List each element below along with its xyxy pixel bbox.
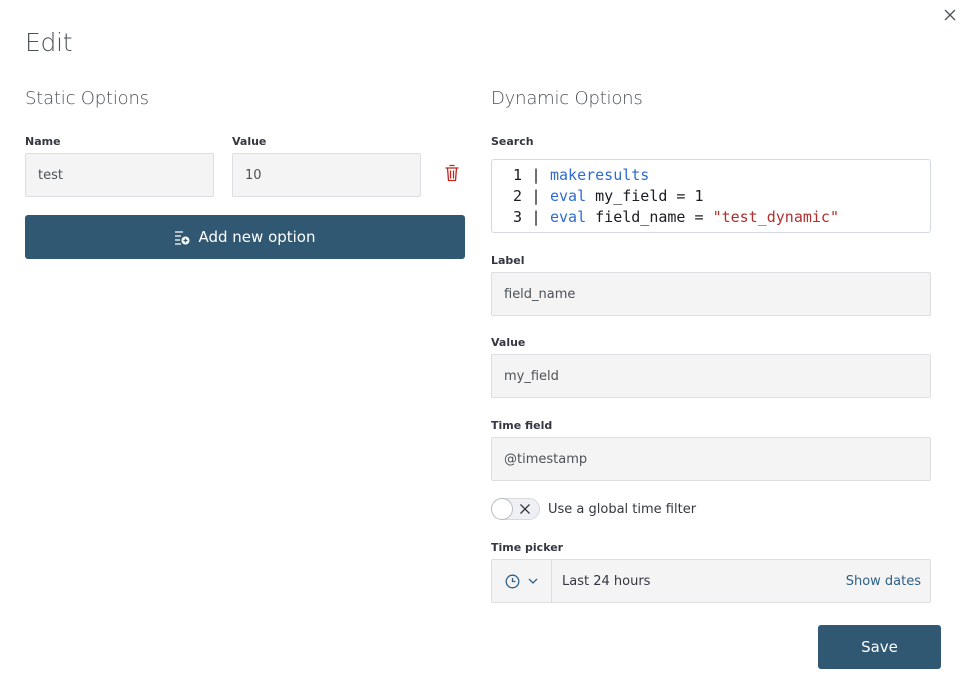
quick-select-button[interactable] — [492, 560, 552, 602]
code-keyword: eval — [550, 208, 587, 226]
save-button[interactable]: Save — [818, 625, 941, 669]
global-time-filter-label: Use a global time filter — [548, 501, 697, 517]
close-button[interactable] — [941, 6, 957, 24]
line-number: 2 — [512, 187, 522, 205]
code-text: my_field = 1 — [586, 187, 704, 205]
delete-option-button[interactable] — [442, 162, 462, 184]
code-line: 1 | makeresults — [492, 165, 930, 186]
label-input[interactable] — [491, 272, 931, 316]
list-add-icon — [174, 229, 190, 245]
code-line: 2 | eval my_field = 1 — [492, 186, 930, 207]
time-range-text[interactable]: Last 24 hours — [552, 574, 846, 589]
add-new-option-button[interactable]: Add new option — [25, 215, 465, 259]
close-icon — [519, 503, 531, 515]
chevron-down-icon — [528, 578, 538, 584]
pipe-separator: | — [531, 187, 541, 205]
value-input[interactable] — [232, 153, 421, 197]
time-picker: Last 24 hours Show dates — [491, 559, 931, 603]
value-label: Value — [232, 135, 267, 148]
name-input[interactable] — [25, 153, 214, 197]
global-time-filter-switch[interactable] — [491, 498, 540, 520]
name-label: Name — [25, 135, 61, 148]
code-string: "test_dynamic" — [712, 208, 839, 226]
pipe-separator: | — [531, 208, 541, 226]
trash-icon — [444, 164, 460, 182]
global-time-filter-row: Use a global time filter — [491, 498, 696, 520]
code-keyword: eval — [550, 187, 587, 205]
edit-modal: Edit Static Options Name Value Add new o… — [0, 0, 957, 685]
switch-knob — [491, 498, 513, 520]
time-field-label: Time field — [491, 419, 553, 432]
line-number: 1 — [512, 166, 522, 184]
time-picker-label: Time picker — [491, 541, 564, 554]
code-line: 3 | eval field_name = "test_dynamic" — [492, 207, 930, 228]
static-options-heading: Static Options — [25, 88, 149, 109]
dynamic-value-label: Value — [491, 336, 526, 349]
label-field-label: Label — [491, 254, 525, 267]
code-keyword: makeresults — [550, 166, 650, 184]
dynamic-value-input[interactable] — [491, 354, 931, 398]
clock-icon — [505, 574, 520, 589]
line-number: 3 — [512, 208, 522, 226]
close-icon — [944, 9, 956, 21]
modal-title: Edit — [25, 28, 73, 57]
show-dates-link[interactable]: Show dates — [846, 574, 930, 589]
dynamic-options-heading: Dynamic Options — [491, 88, 643, 109]
code-text: field_name = — [586, 208, 713, 226]
add-new-option-label: Add new option — [198, 228, 316, 246]
pipe-separator: | — [531, 166, 541, 184]
search-label: Search — [491, 135, 534, 148]
time-field-input[interactable] — [491, 437, 931, 481]
search-code-editor[interactable]: 1 | makeresults 2 | eval my_field = 1 3 … — [491, 159, 931, 233]
